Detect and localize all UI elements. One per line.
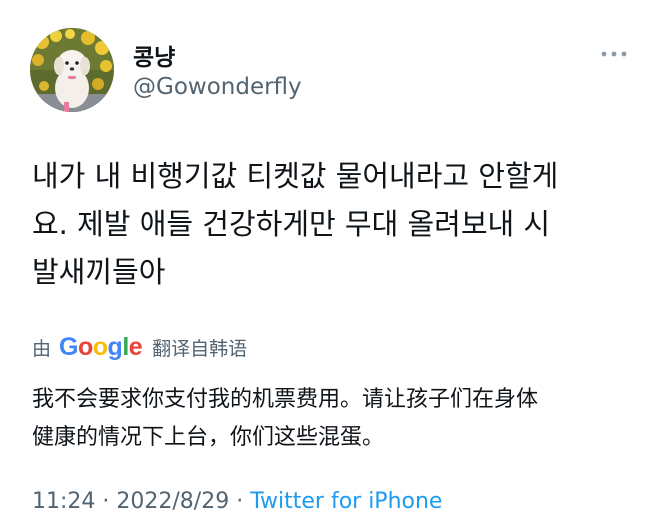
separator-dot: · [236, 489, 244, 514]
tweet-source-link[interactable]: Twitter for iPhone [250, 489, 442, 514]
tweet-card: 콩냥 @Gowonderfly 내가 내 비행기값 티켓값 물어내라고 안할게 … [0, 0, 660, 528]
tweet-time[interactable]: 11:24 [32, 489, 95, 514]
user-handle[interactable]: @Gowonderfly [133, 74, 302, 100]
more-options-button[interactable] [596, 44, 632, 64]
translate-from-label: 翻译自韩语 [152, 337, 248, 360]
tweet-text: 내가 내 비행기값 티켓값 물어내라고 안할게 요. 제발 애들 건강하게만 무… [32, 159, 559, 289]
translate-tweet-link[interactable]: 由 Google 翻译自韩语 [32, 329, 247, 365]
dog-photo-avatar-icon [30, 28, 114, 112]
more-horizontal-icon [601, 51, 627, 57]
display-name[interactable]: 콩냥 [133, 38, 175, 72]
tweet-metadata: 11:24 · 2022/8/29 · Twitter for iPhone [32, 489, 442, 514]
translated-text: 我不会要求你支付我的机票费用。请让孩子们在身体 健康的情况下上台，你们这些混蛋。 [32, 387, 539, 450]
google-logo: Google [59, 332, 143, 361]
separator-dot: · [102, 489, 110, 514]
avatar[interactable] [30, 28, 114, 112]
translated-by-label: 由 [32, 337, 52, 360]
tweet-date[interactable]: 2022/8/29 [116, 489, 229, 514]
